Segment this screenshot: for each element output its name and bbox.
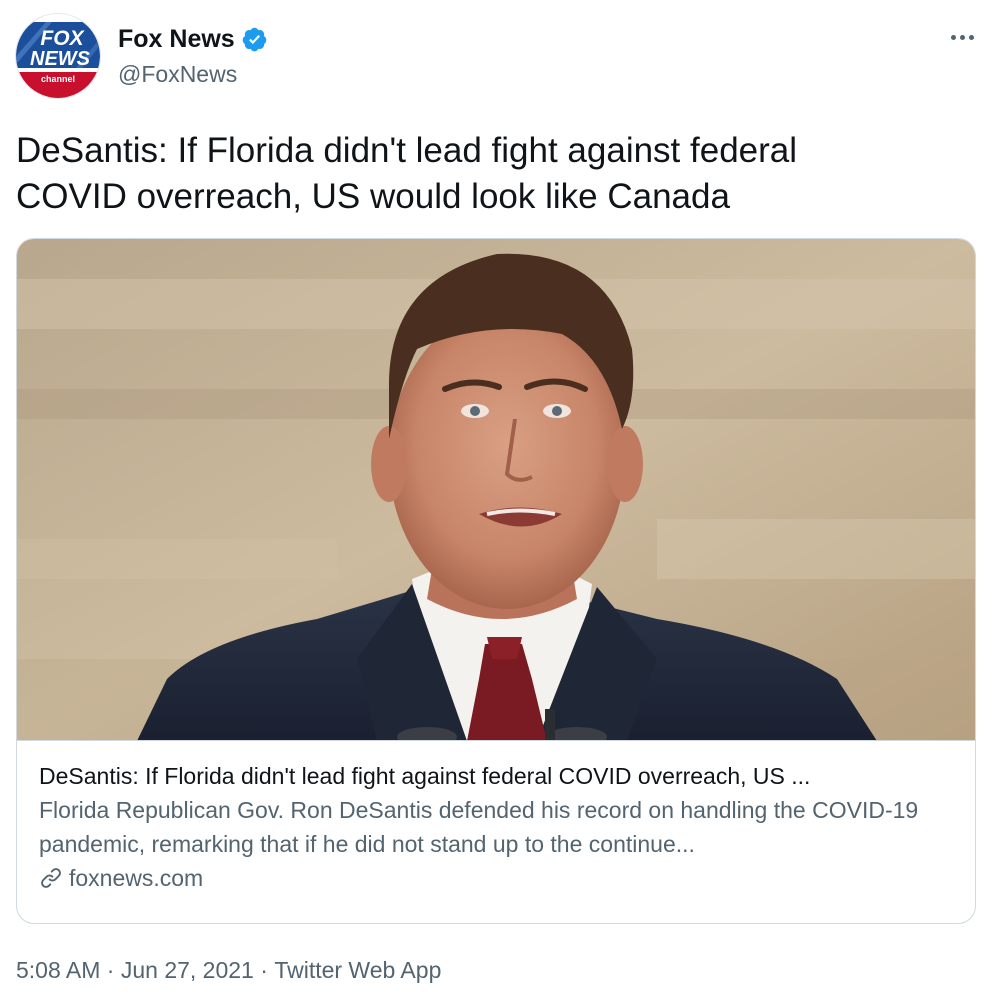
- avatar-logo-line2: NEWS: [30, 48, 91, 70]
- tweet: FOX NEWS channel Fox News @FoxNews DeSan…: [0, 0, 1001, 1000]
- verified-badge-icon: [241, 26, 268, 53]
- tweet-text: DeSantis: If Florida didn't lead fight a…: [16, 131, 798, 216]
- card-photo: [17, 239, 975, 740]
- author-name-row[interactable]: Fox News: [118, 24, 268, 54]
- tweet-source[interactable]: Twitter Web App: [274, 954, 441, 986]
- card-title[interactable]: DeSantis: If Florida didn't lead fight a…: [39, 759, 959, 793]
- author-avatar[interactable]: FOX NEWS channel: [16, 14, 100, 98]
- meta-separator: ·: [253, 957, 275, 983]
- tweet-timestamp-date[interactable]: Jun 27, 2021: [121, 954, 254, 986]
- meta-separator: ·: [100, 957, 121, 983]
- author-name[interactable]: Fox News: [118, 24, 235, 54]
- card-description: Florida Republican Gov. Ron DeSantis def…: [39, 797, 919, 857]
- card-domain-row: foxnews.com: [39, 861, 959, 895]
- avatar-logo-line3: channel: [41, 74, 75, 84]
- tweet-metadata: 5:08 AM · Jun 27, 2021 · Twitter Web App: [16, 954, 441, 986]
- link-icon: [39, 866, 63, 890]
- author-handle[interactable]: @FoxNews: [118, 60, 237, 88]
- card-image[interactable]: [17, 239, 975, 741]
- more-options-icon[interactable]: [947, 24, 977, 50]
- card-body[interactable]: DeSantis: If Florida didn't lead fight a…: [39, 759, 959, 895]
- avatar-logo-line1: FOX: [40, 27, 85, 50]
- link-preview-card[interactable]: DeSantis: If Florida didn't lead fight a…: [16, 238, 976, 924]
- card-domain: foxnews.com: [69, 865, 204, 891]
- tweet-timestamp-time[interactable]: 5:08 AM: [16, 954, 100, 986]
- fox-news-logo-icon: FOX NEWS channel: [16, 14, 100, 98]
